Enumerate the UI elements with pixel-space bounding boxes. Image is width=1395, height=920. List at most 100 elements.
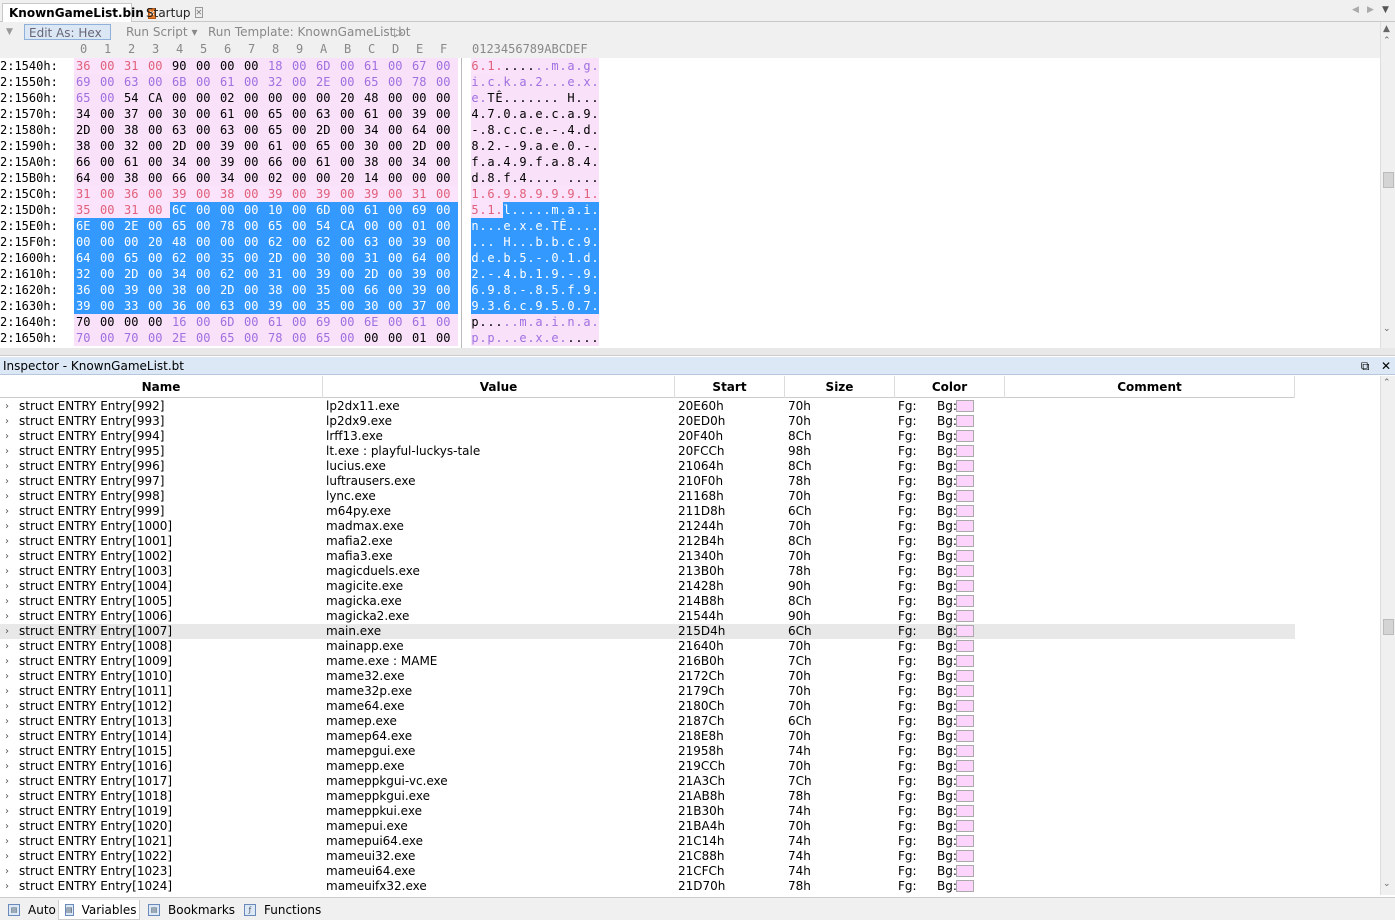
hex-byte[interactable]: 00 xyxy=(98,154,122,170)
hex-byte[interactable]: CA xyxy=(146,90,170,106)
hex-byte[interactable]: 00 xyxy=(386,74,410,90)
hex-char[interactable]: 8 xyxy=(487,170,495,186)
fg-color-label[interactable]: Fg: xyxy=(898,789,917,804)
hex-char[interactable]: . xyxy=(495,218,503,234)
hex-byte[interactable]: 00 xyxy=(434,298,458,314)
column-header-name[interactable]: Name xyxy=(0,376,323,398)
hex-byte[interactable]: 00 xyxy=(386,58,410,74)
hex-byte[interactable]: 00 xyxy=(98,90,122,106)
fg-color-label[interactable]: Fg: xyxy=(898,624,917,639)
fg-color-label[interactable]: Fg: xyxy=(898,504,917,519)
hex-byte[interactable]: 6E xyxy=(74,218,98,234)
hex-char[interactable]: a xyxy=(583,314,591,330)
hex-byte[interactable]: 34 xyxy=(170,266,194,282)
bg-color-swatch[interactable] xyxy=(956,550,974,562)
bg-color-swatch[interactable] xyxy=(956,700,974,712)
fg-color-label[interactable]: Fg: xyxy=(898,639,917,654)
hex-byte[interactable]: 00 xyxy=(314,90,338,106)
hex-char[interactable]: n xyxy=(567,314,575,330)
hex-byte[interactable]: 00 xyxy=(242,58,266,74)
hex-char[interactable]: . xyxy=(495,298,503,314)
hex-byte[interactable]: 00 xyxy=(386,266,410,282)
hex-char[interactable]: 9 xyxy=(471,298,479,314)
hex-char[interactable]: . xyxy=(591,58,599,74)
hex-byte[interactable]: 02 xyxy=(266,170,290,186)
hex-char[interactable]: p xyxy=(487,330,495,346)
hex-byte[interactable]: 00 xyxy=(338,330,362,346)
fg-color-label[interactable]: Fg: xyxy=(898,399,917,414)
hex-byte[interactable]: 00 xyxy=(146,154,170,170)
hex-char[interactable]: e xyxy=(535,218,543,234)
table-row[interactable]: › struct ENTRY Entry[1017] mameppkgui-vc.e… xyxy=(0,774,1295,789)
hex-char[interactable]: . xyxy=(543,298,551,314)
hex-byte[interactable]: 00 xyxy=(410,170,434,186)
hex-byte[interactable]: 00 xyxy=(434,154,458,170)
chevron-right-icon[interactable]: › xyxy=(5,819,9,834)
fg-color-label[interactable]: Fg: xyxy=(898,879,917,894)
hex-byte[interactable]: 00 xyxy=(98,250,122,266)
hex-char[interactable]: . xyxy=(479,58,487,74)
hex-byte[interactable]: 02 xyxy=(218,90,242,106)
hex-byte[interactable]: 65 xyxy=(314,138,338,154)
table-row[interactable]: › struct ENTRY Entry[1006] magicka2.exe 215… xyxy=(0,609,1295,624)
hex-byte[interactable]: 39 xyxy=(410,282,434,298)
hex-byte[interactable]: 6D xyxy=(218,314,242,330)
hex-byte[interactable]: 20 xyxy=(338,90,362,106)
hex-char[interactable]: . xyxy=(495,154,503,170)
hex-char[interactable]: . xyxy=(503,58,511,74)
hex-char[interactable]: . xyxy=(479,298,487,314)
hex-byte[interactable]: 65 xyxy=(266,106,290,122)
hex-byte[interactable]: 00 xyxy=(242,90,266,106)
hex-row[interactable]: 2:15B0h: 64 d 00. 38 8 00. 66 f 00. 34 4 00. 02. 00. 00… xyxy=(0,170,620,186)
hex-char[interactable]: . xyxy=(495,138,503,154)
fg-color-label[interactable]: Fg: xyxy=(898,684,917,699)
hex-char[interactable]: 4 xyxy=(503,154,511,170)
hex-byte[interactable]: 00 xyxy=(386,314,410,330)
hex-char[interactable]: b xyxy=(503,250,511,266)
hex-byte[interactable]: 00 xyxy=(386,282,410,298)
hex-byte[interactable]: 00 xyxy=(290,74,314,90)
hex-char[interactable]: . xyxy=(591,186,599,202)
hex-char[interactable]: 5 xyxy=(471,202,479,218)
hex-byte[interactable]: 2D xyxy=(266,250,290,266)
hex-byte[interactable]: 39 xyxy=(410,106,434,122)
hex-char[interactable]: . xyxy=(511,138,519,154)
hex-char[interactable]: . xyxy=(567,170,575,186)
hex-char[interactable]: . xyxy=(575,154,583,170)
bg-color-swatch[interactable] xyxy=(956,520,974,532)
hex-char[interactable]: . xyxy=(527,90,535,106)
hex-char[interactable]: - xyxy=(583,138,591,154)
bg-color-label[interactable]: Bg: xyxy=(937,414,957,429)
hex-char[interactable]: . xyxy=(559,186,567,202)
hex-char[interactable] xyxy=(495,234,503,250)
hex-char[interactable]: . xyxy=(551,170,559,186)
hex-char[interactable]: b xyxy=(551,234,559,250)
chevron-right-icon[interactable]: › xyxy=(5,624,9,639)
chevron-right-icon[interactable]: › xyxy=(5,804,9,819)
hex-char[interactable]: . xyxy=(551,74,559,90)
chevron-right-icon[interactable]: › xyxy=(5,519,9,534)
hex-char[interactable]: 4 xyxy=(503,266,511,282)
hex-byte[interactable]: 6D xyxy=(314,58,338,74)
hex-editor-area[interactable]: 2:1540h: 36 6 00. 31 1 00. 90. 00. 00. 00. 18. 00. 6D… xyxy=(0,58,1380,348)
hex-byte[interactable]: 00 xyxy=(98,298,122,314)
bg-color-label[interactable]: Bg: xyxy=(937,819,957,834)
hex-byte[interactable]: 33 xyxy=(122,298,146,314)
bg-color-label[interactable]: Bg: xyxy=(937,684,957,699)
hex-byte[interactable]: 54 xyxy=(122,90,146,106)
hex-char[interactable]: 8 xyxy=(471,138,479,154)
hex-char[interactable]: . xyxy=(527,74,535,90)
hex-char[interactable]: . xyxy=(479,282,487,298)
chevron-right-icon[interactable]: › xyxy=(5,564,9,579)
hex-row[interactable]: 2:15E0h: 6E n 00. 2E. 00. 65 e 00. 78 x 00. 65 e 00. 54… xyxy=(0,218,620,234)
table-row[interactable]: › struct ENTRY Entry[1016] mamepp.exe 219CC… xyxy=(0,759,1295,774)
hex-char[interactable]: 8 xyxy=(503,282,511,298)
hex-byte[interactable]: 00 xyxy=(98,74,122,90)
hex-byte[interactable]: 00 xyxy=(290,282,314,298)
hex-char[interactable]: . xyxy=(591,218,599,234)
hex-char[interactable]: . xyxy=(511,74,519,90)
hex-char[interactable]: . xyxy=(559,202,567,218)
hex-byte[interactable]: 00 xyxy=(242,122,266,138)
table-row[interactable]: › struct ENTRY Entry[1003] magicduels.exe 2… xyxy=(0,564,1295,579)
hex-byte[interactable]: 00 xyxy=(194,106,218,122)
